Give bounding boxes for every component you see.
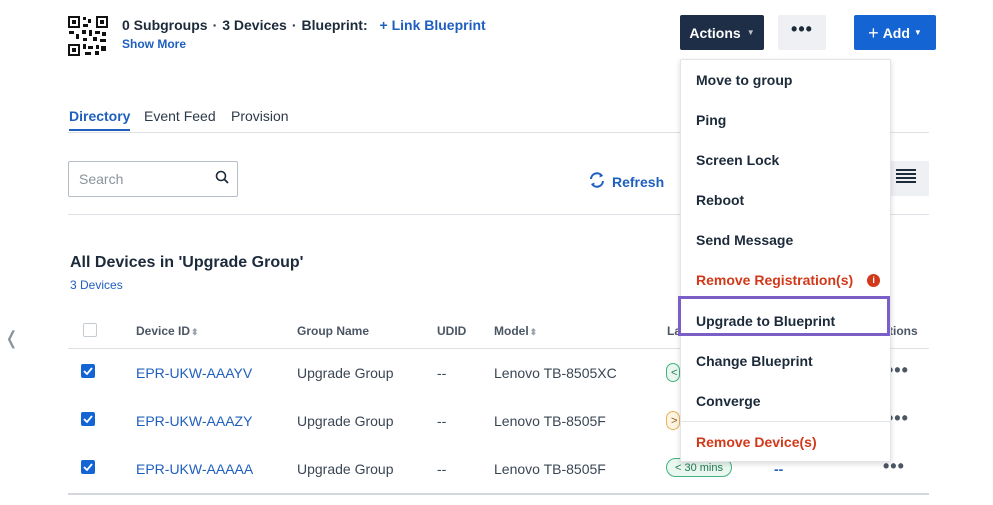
refresh-icon: [588, 171, 606, 192]
menu-item-ping[interactable]: Ping: [696, 112, 726, 128]
show-more-link[interactable]: Show More: [122, 37, 186, 51]
refresh-label: Refresh: [612, 173, 665, 190]
more-dots-icon: •••: [791, 19, 813, 39]
menu-divider: [681, 421, 890, 422]
udid-cell: --: [437, 461, 447, 477]
column-header-group-name: Group Name: [297, 324, 370, 338]
group-name-cell: Upgrade Group: [297, 461, 394, 477]
more-options-button[interactable]: •••: [778, 15, 826, 50]
menu-item-send-message[interactable]: Send Message: [696, 232, 793, 248]
device-id-link[interactable]: EPR-UKW-AAAZY: [136, 413, 252, 429]
add-label: Add: [882, 24, 910, 41]
row-checkbox[interactable]: [81, 364, 95, 378]
tab-provision[interactable]: Provision: [231, 108, 289, 124]
separator: ·: [212, 17, 218, 33]
menu-item-change-blueprint[interactable]: Change Blueprint: [696, 353, 813, 369]
tab-directory[interactable]: Directory: [69, 108, 131, 131]
column-header-device-id[interactable]: Device ID⬍: [136, 324, 199, 338]
last-seen-badge: <: [666, 363, 680, 382]
devices-count: 3 Devices: [222, 17, 287, 33]
actions-dropdown-menu: Move to group Ping Screen Lock Reboot Se…: [680, 59, 891, 462]
caret-down-icon: ▼: [746, 28, 755, 37]
column-header-model[interactable]: Model⬍: [494, 324, 537, 338]
actions-label: Actions: [689, 24, 741, 41]
row-checkbox[interactable]: [81, 412, 95, 426]
menu-item-remove-registrations[interactable]: Remove Registration(s) i: [696, 272, 881, 288]
add-button[interactable]: + Add ▼: [854, 15, 936, 50]
separator: ·: [291, 17, 297, 33]
subgroups-count: 0 Subgroups: [122, 17, 208, 33]
link-blueprint-link[interactable]: + Link Blueprint: [380, 17, 486, 33]
sort-icon: ⬍: [529, 327, 538, 337]
model-cell: Lenovo TB-8505F: [494, 413, 606, 429]
list-view-icon: [895, 169, 916, 188]
qr-code-icon: [68, 16, 108, 56]
device-id-link[interactable]: EPR-UKW-AAAAA: [136, 461, 253, 477]
column-header-actions: tions: [889, 324, 918, 338]
model-cell: Lenovo TB-8505XC: [494, 365, 617, 381]
model-cell: Lenovo TB-8505F: [494, 461, 606, 477]
group-name-cell: Upgrade Group: [297, 413, 394, 429]
menu-item-remove-devices[interactable]: Remove Device(s): [696, 434, 817, 450]
tab-event-feed[interactable]: Event Feed: [144, 108, 216, 124]
search-icon[interactable]: [215, 170, 229, 189]
udid-cell: --: [437, 365, 447, 381]
plus-icon: +: [868, 22, 879, 43]
row-checkbox[interactable]: [81, 460, 95, 474]
highlight-box: [678, 296, 890, 336]
refresh-button[interactable]: Refresh: [588, 171, 664, 192]
column-header-udid: UDID: [437, 324, 467, 338]
collapse-chevron-icon[interactable]: ❬: [4, 328, 19, 349]
sort-icon: ⬍: [191, 327, 199, 337]
caret-down-icon: ▼: [913, 28, 922, 37]
menu-item-screen-lock[interactable]: Screen Lock: [696, 152, 779, 168]
blueprint-label: Blueprint:: [301, 17, 368, 33]
actions-button[interactable]: Actions ▼: [680, 15, 764, 50]
table-bottom-border: [68, 493, 929, 495]
menu-item-move-to-group[interactable]: Move to group: [696, 72, 792, 88]
last-seen-badge: >: [666, 411, 680, 430]
select-all-checkbox[interactable]: [83, 323, 97, 337]
device-id-link[interactable]: EPR-UKW-AAAYV: [136, 365, 252, 381]
search-box: [68, 161, 238, 197]
group-name-cell: Upgrade Group: [297, 365, 394, 381]
blueprint-cell: --: [774, 461, 784, 477]
menu-item-converge[interactable]: Converge: [696, 393, 761, 409]
menu-item-reboot[interactable]: Reboot: [696, 192, 744, 208]
udid-cell: --: [437, 413, 447, 429]
section-title: All Devices in 'Upgrade Group': [70, 254, 304, 271]
info-icon: i: [867, 273, 881, 287]
search-input[interactable]: [77, 170, 215, 188]
section-device-count: 3 Devices: [70, 278, 123, 292]
group-summary: 0 Subgroups · 3 Devices · Blueprint: + Link …: [122, 17, 486, 33]
